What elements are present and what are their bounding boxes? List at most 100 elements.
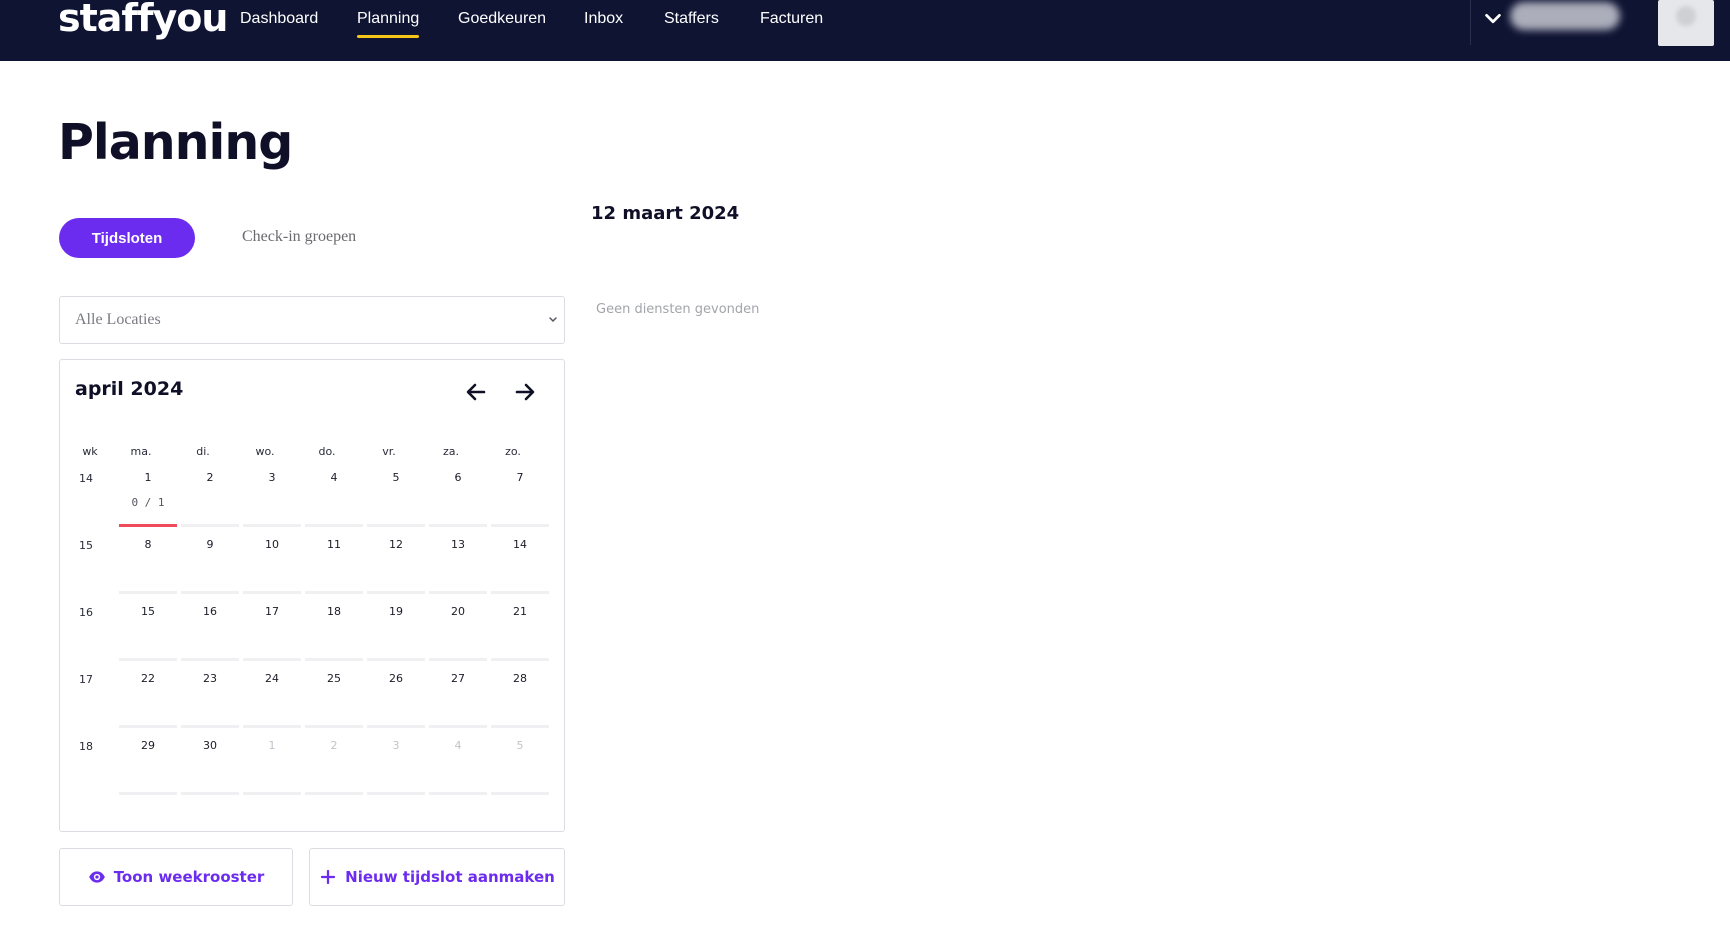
- calendar-day[interactable]: 10: [243, 532, 301, 594]
- calendar-day[interactable]: 3: [243, 465, 301, 527]
- nav-item-staffers[interactable]: Staffers: [664, 10, 719, 28]
- calendar-day[interactable]: 29: [119, 733, 177, 795]
- nav-item-inbox[interactable]: Inbox: [584, 10, 623, 28]
- day-number: 29: [141, 739, 155, 752]
- tab-tijdsloten[interactable]: Tijdsloten: [59, 218, 195, 258]
- week-number: 15: [79, 539, 93, 552]
- weekday-header: za.: [442, 445, 459, 458]
- weekday-header: di.: [196, 445, 210, 458]
- day-number: 5: [392, 471, 400, 484]
- nav-divider: [1470, 0, 1471, 45]
- day-number: 2: [330, 739, 338, 752]
- day-number: 23: [203, 672, 217, 685]
- show-week-schedule-label: Toon weekrooster: [113, 868, 265, 886]
- nav-item-facturen[interactable]: Facturen: [760, 10, 823, 28]
- week-number: 14: [79, 472, 93, 485]
- calendar-day[interactable]: 22: [119, 666, 177, 728]
- calendar-day[interactable]: 4: [305, 465, 363, 527]
- calendar-day[interactable]: 25: [305, 666, 363, 728]
- top-navigation-bar: staffyou Dashboard Planning Goedkeuren I…: [0, 0, 1730, 61]
- weekday-header: zo.: [505, 445, 521, 458]
- day-number: 17: [265, 605, 279, 618]
- day-number: 15: [141, 605, 155, 618]
- show-week-schedule-button[interactable]: Toon weekrooster: [59, 848, 293, 906]
- day-number: 4: [330, 471, 338, 484]
- nav-item-dashboard[interactable]: Dashboard: [240, 10, 318, 28]
- plus-icon: [321, 869, 336, 885]
- day-number: 3: [268, 471, 276, 484]
- calendar-day[interactable]: 2: [181, 465, 239, 527]
- calendar-day[interactable]: 6: [429, 465, 487, 527]
- tab-check-in-groepen[interactable]: Check-in groepen: [242, 228, 356, 246]
- calendar-day-other-month[interactable]: 3: [367, 733, 425, 795]
- calendar-day[interactable]: 14: [491, 532, 549, 594]
- calendar-day[interactable]: 28: [491, 666, 549, 728]
- arrow-right-icon[interactable]: [513, 380, 537, 404]
- avatar[interactable]: [1658, 0, 1714, 46]
- day-number: 2: [206, 471, 214, 484]
- calendar-day[interactable]: 27: [429, 666, 487, 728]
- calendar-day[interactable]: 23: [181, 666, 239, 728]
- weekday-header: do.: [318, 445, 336, 458]
- calendar-day-other-month[interactable]: 4: [429, 733, 487, 795]
- day-number: 9: [206, 538, 214, 551]
- chevron-down-icon[interactable]: [1482, 8, 1504, 30]
- staffyou-logo[interactable]: staffyou: [58, 0, 228, 40]
- calendar-day[interactable]: 18: [305, 599, 363, 661]
- user-name-redacted[interactable]: [1510, 2, 1620, 30]
- day-number: 16: [203, 605, 217, 618]
- calendar-day-other-month[interactable]: 2: [305, 733, 363, 795]
- calendar-day[interactable]: 26: [367, 666, 425, 728]
- calendar-day[interactable]: 16: [181, 599, 239, 661]
- calendar-day[interactable]: 20: [429, 599, 487, 661]
- day-number: 24: [265, 672, 279, 685]
- week-number: 18: [79, 740, 93, 753]
- calendar-day[interactable]: 9: [181, 532, 239, 594]
- day-number: 6: [454, 471, 462, 484]
- week-number: 17: [79, 673, 93, 686]
- calendar-day[interactable]: 7: [491, 465, 549, 527]
- calendar-day[interactable]: 21: [491, 599, 549, 661]
- nav-item-planning[interactable]: Planning: [357, 10, 420, 38]
- month-calendar: april 2024 wk ma. di. wo. do. vr. za. zo…: [59, 359, 565, 832]
- calendar-day-other-month[interactable]: 1: [243, 733, 301, 795]
- calendar-day[interactable]: 11: [305, 532, 363, 594]
- weekday-header: vr.: [382, 445, 396, 458]
- day-number: 1: [144, 471, 152, 484]
- calendar-day[interactable]: 12: [367, 532, 425, 594]
- day-number: 7: [516, 471, 524, 484]
- location-select[interactable]: Alle Locaties: [59, 296, 565, 344]
- calendar-day[interactable]: 24: [243, 666, 301, 728]
- calendar-day[interactable]: 30: [181, 733, 239, 795]
- day-number: 27: [451, 672, 465, 685]
- day-number: 11: [327, 538, 341, 551]
- calendar-day[interactable]: 17: [243, 599, 301, 661]
- day-number: 12: [389, 538, 403, 551]
- day-number: 20: [451, 605, 465, 618]
- day-number: 13: [451, 538, 465, 551]
- calendar-day[interactable]: 13: [429, 532, 487, 594]
- calendar-day[interactable]: 1 0 / 1: [119, 465, 177, 527]
- nav-item-goedkeuren[interactable]: Goedkeuren: [458, 10, 546, 28]
- calendar-day[interactable]: 19: [367, 599, 425, 661]
- day-number: 5: [516, 739, 524, 752]
- page-title: Planning: [58, 114, 293, 171]
- day-number: 30: [203, 739, 217, 752]
- calendar-day[interactable]: 5: [367, 465, 425, 527]
- day-number: 28: [513, 672, 527, 685]
- new-timeslot-button[interactable]: Nieuw tijdslot aanmaken: [309, 848, 565, 906]
- calendar-day-other-month[interactable]: 5: [491, 733, 549, 795]
- arrow-left-icon[interactable]: [464, 380, 488, 404]
- eye-icon: [88, 871, 105, 883]
- day-number: 1: [268, 739, 276, 752]
- day-number: 21: [513, 605, 527, 618]
- calendar-day[interactable]: 8: [119, 532, 177, 594]
- selected-date-heading: 12 maart 2024: [591, 203, 740, 224]
- calendar-day[interactable]: 15: [119, 599, 177, 661]
- day-number: 26: [389, 672, 403, 685]
- weekday-header-wk: wk: [82, 445, 98, 458]
- day-number: 22: [141, 672, 155, 685]
- day-number: 25: [327, 672, 341, 685]
- day-number: 4: [454, 739, 462, 752]
- chevron-down-icon: [549, 317, 557, 323]
